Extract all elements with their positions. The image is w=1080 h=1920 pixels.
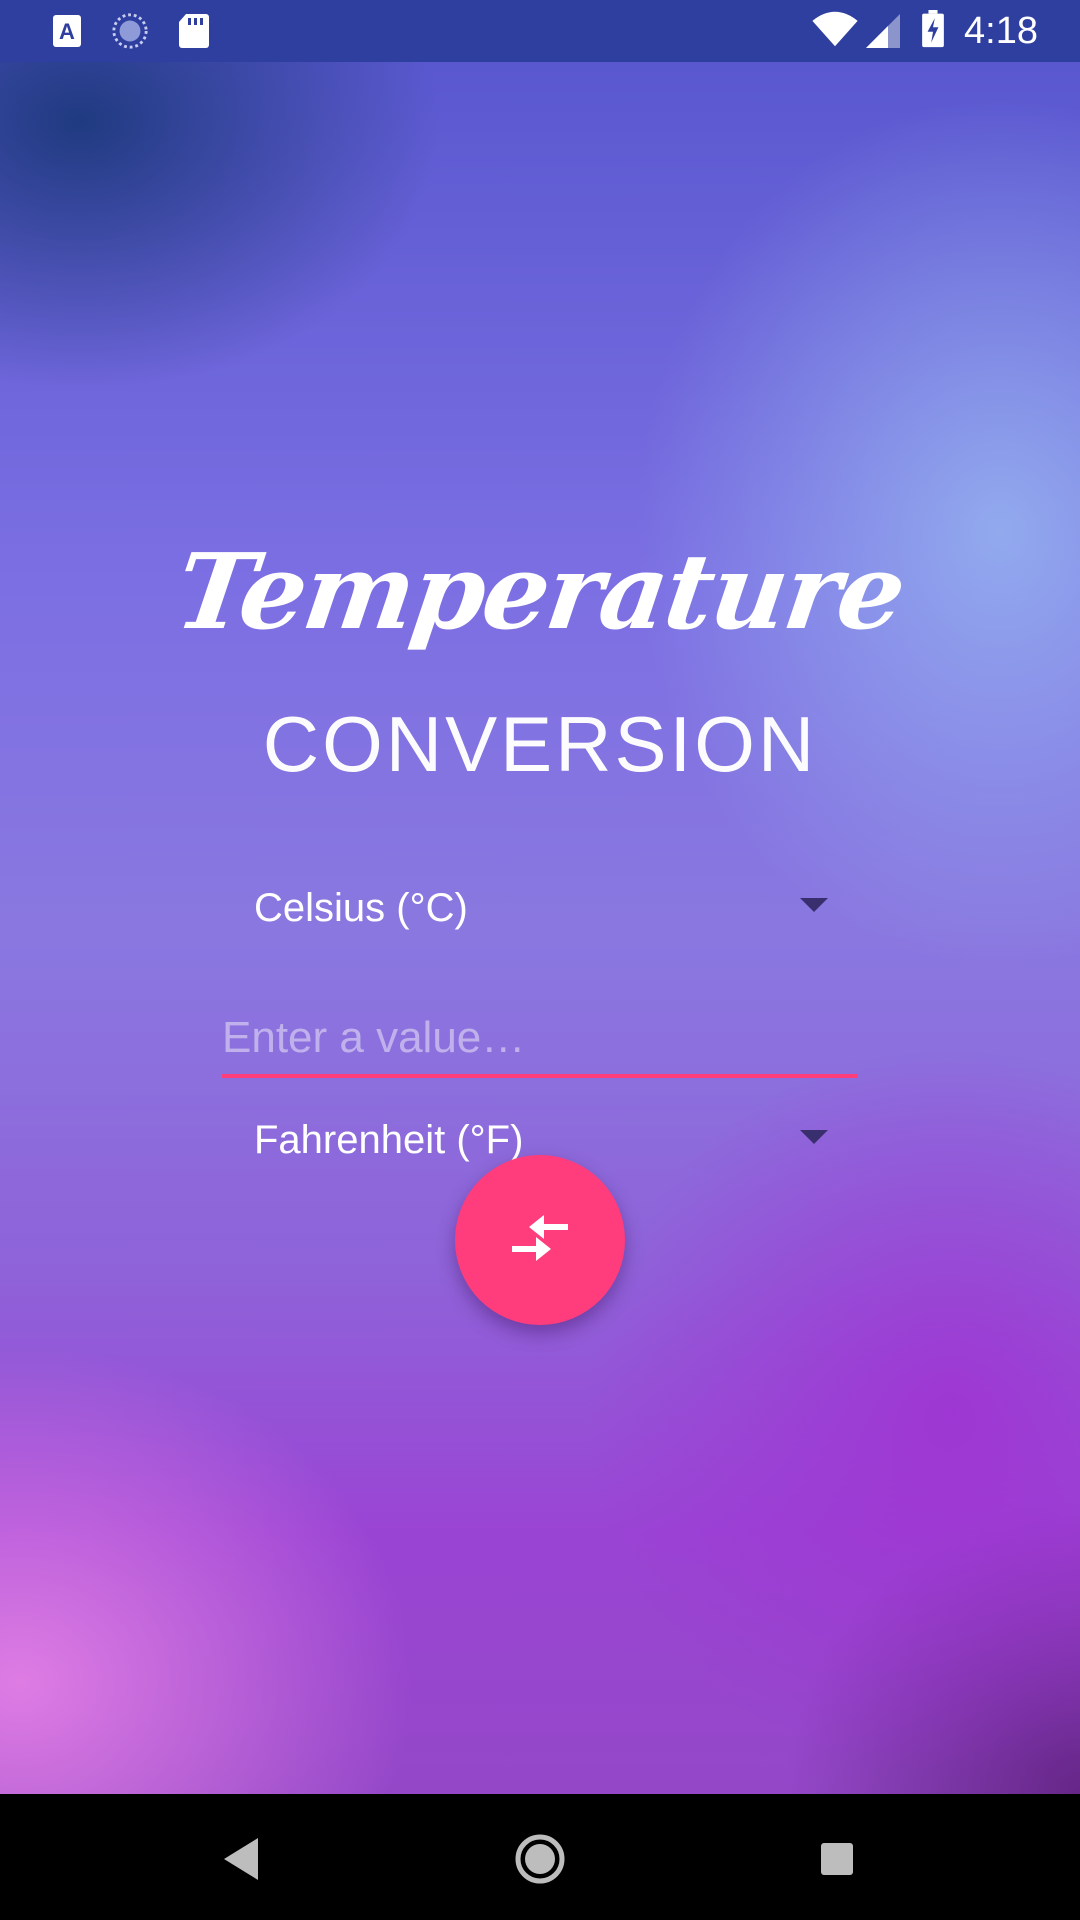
svg-text:A: A xyxy=(59,19,75,44)
accessibility-a-icon: A xyxy=(53,15,81,47)
navigation-bar xyxy=(0,1794,1080,1920)
cell-signal-icon xyxy=(866,14,900,48)
dropdown-arrow-icon xyxy=(800,1130,828,1144)
dropdown-arrow-icon xyxy=(800,898,828,912)
app-title-subtitle: CONVERSION xyxy=(262,700,818,788)
status-bar: A 4:18 xyxy=(0,0,1080,62)
screen: A 4:18 Temperature CONVERSION Celsius (°… xyxy=(0,0,1080,1920)
sync-spinner-icon xyxy=(112,13,148,49)
app-title-script: Temperature xyxy=(168,530,912,653)
convert-button[interactable] xyxy=(455,1155,625,1325)
battery-charging-icon xyxy=(922,10,944,48)
value-input[interactable] xyxy=(222,1002,858,1078)
recents-icon[interactable] xyxy=(802,1824,872,1894)
sd-card-icon xyxy=(179,14,209,48)
status-time: 4:18 xyxy=(964,10,1038,52)
compare-arrows-icon xyxy=(512,1215,568,1261)
back-icon[interactable] xyxy=(206,1824,276,1894)
from-unit-dropdown[interactable]: Celsius (°C) xyxy=(222,866,842,946)
wifi-icon xyxy=(812,11,858,47)
app-content: Temperature CONVERSION Celsius (°C) Fahr… xyxy=(0,62,1080,1794)
home-icon[interactable] xyxy=(505,1824,575,1894)
to-unit-label: Fahrenheit (°F) xyxy=(254,1118,524,1162)
value-field xyxy=(222,1002,858,1084)
from-unit-label: Celsius (°C) xyxy=(254,886,468,930)
